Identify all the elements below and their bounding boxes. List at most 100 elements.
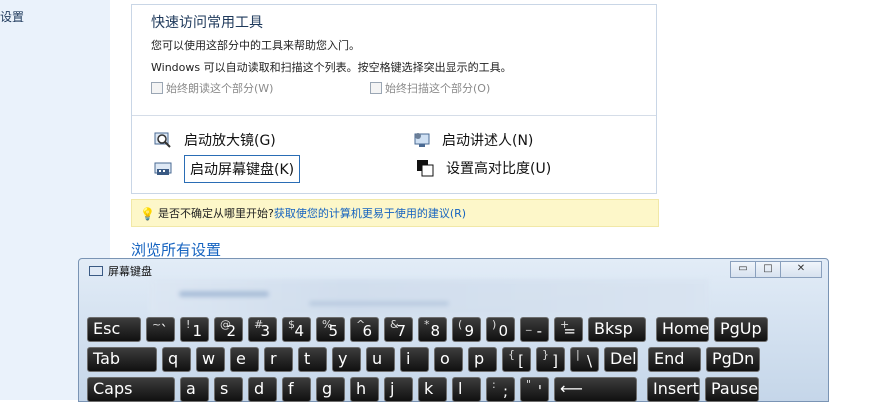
key-base-label: = [563, 322, 576, 340]
key-shift-label: ! [186, 318, 191, 331]
keyboard-key[interactable]: s [214, 377, 243, 402]
lightbulb-icon: 💡 [140, 207, 155, 221]
key-base-label: 0 [498, 322, 508, 340]
keyboard-key[interactable]: t [298, 347, 327, 372]
keyboard-key[interactable]: " ' [520, 377, 549, 402]
keyboard-key[interactable]: ⟵ [554, 377, 637, 402]
keyboard-key[interactable]: u [366, 347, 395, 372]
key-base-label: - [536, 322, 542, 340]
always-read-label: 始终朗读这个部分(W) [166, 82, 274, 95]
always-scan-checkbox[interactable] [370, 82, 382, 94]
magnifier-icon [154, 131, 174, 149]
keyboard-key[interactable]: w [196, 347, 225, 372]
keyboard-key[interactable]: k [418, 377, 447, 402]
key-base-label: 6 [362, 322, 372, 340]
key-label: Tab [93, 349, 121, 368]
quick-access-description: 您可以使用这部分中的工具来帮助您入门。 [151, 39, 360, 52]
keyboard-key[interactable]: e [230, 347, 259, 372]
keyboard-key[interactable]: y [332, 347, 361, 372]
keyboard-key[interactable]: #3 [248, 317, 277, 342]
keyboard-key[interactable]: h [350, 377, 379, 402]
key-label: y [338, 349, 348, 368]
window-controls: ▭ □ ✕ [730, 261, 822, 278]
keyboard-key[interactable]: % 5 [316, 317, 345, 342]
key-label: Bksp [594, 319, 633, 338]
always-read-checkbox[interactable] [151, 82, 163, 94]
start-narrator-tool[interactable]: 启动讲述人(N) [412, 130, 533, 150]
always-read-option[interactable]: 始终朗读这个部分(W) [151, 80, 273, 96]
keyboard-key[interactable]: f [282, 377, 311, 402]
osk-window-keyboard-icon [89, 266, 103, 276]
high-contrast-tool[interactable]: 设置高对比度(U) [416, 158, 551, 178]
keyboard-key[interactable]: ^ 6 [350, 317, 379, 342]
keyboard-key[interactable]: Home [656, 317, 709, 342]
keyboard-key[interactable]: l [452, 377, 481, 402]
close-button[interactable]: ✕ [780, 261, 822, 278]
keyboard-key[interactable]: Pause [705, 377, 759, 402]
browse-all-settings-heading[interactable]: 浏览所有设置 [131, 239, 221, 260]
key-label: a [186, 379, 196, 398]
key-shift-label: ( [458, 318, 463, 331]
keyboard-key[interactable]: r [264, 347, 293, 372]
key-shift-label: * [424, 318, 430, 331]
keyboard-key[interactable]: q [162, 347, 191, 372]
osk-title-bar[interactable]: 屏幕键盘 [89, 263, 152, 279]
keyboard-key[interactable]: End [648, 347, 701, 372]
keyboard-key[interactable]: ! 1 [180, 317, 209, 342]
keyboard-key[interactable]: {[ [502, 347, 531, 372]
start-osk-tool[interactable]: 启动屏幕键盘(K) [154, 155, 301, 183]
keyboard-key[interactable]: Del [604, 347, 638, 372]
keyboard-key[interactable]: Esc [87, 317, 141, 342]
maximize-button[interactable]: □ [755, 261, 781, 278]
keyboard-key[interactable]: $4 [282, 317, 311, 342]
key-label: d [254, 379, 265, 398]
key-label: g [322, 379, 333, 398]
keyboard-key[interactable]: (9 [452, 317, 481, 342]
key-label: e [236, 349, 246, 368]
always-scan-option[interactable]: 始终扫描这个部分(O) [370, 80, 490, 96]
key-base-label: 8 [430, 322, 440, 340]
start-osk-label: 启动屏幕键盘(K) [184, 155, 301, 183]
keyboard-key[interactable]: Bksp [588, 317, 646, 342]
keyboard-key[interactable]: * 8 [418, 317, 447, 342]
key-label: q [168, 349, 179, 368]
keyboard-key[interactable]: & 7 [384, 317, 413, 342]
keyboard-key[interactable]: :; [486, 377, 515, 402]
key-label: u [372, 349, 383, 368]
sidebar-label-settings[interactable]: 设置 [0, 8, 24, 25]
keyboard-key[interactable]: _ - [520, 317, 549, 342]
key-base-label: 5 [328, 322, 338, 340]
key-label: Esc [93, 319, 121, 338]
key-shift-label: { [508, 348, 515, 361]
keyboard-key[interactable]: + = [554, 317, 583, 342]
keyboard-key[interactable]: a [180, 377, 209, 402]
keyboard-key[interactable]: | \ [570, 347, 599, 372]
key-label: t [304, 349, 311, 368]
keyboard-key[interactable]: Insert [647, 377, 700, 402]
keyboard-key[interactable]: g [316, 377, 345, 402]
key-label: Home [662, 319, 709, 338]
osk-window-title: 屏幕键盘 [108, 265, 152, 278]
keyboard-key[interactable]: Tab [87, 347, 157, 372]
keyboard-key[interactable]: j [384, 377, 413, 402]
keyboard-key[interactable]: PgDn [706, 347, 760, 372]
keyboard-key[interactable]: PgUp [714, 317, 768, 342]
hint-question: 是否不确定从哪里开始? [158, 207, 274, 220]
keyboard-key[interactable]: @2 [214, 317, 243, 342]
keyboard-key[interactable]: Caps [87, 377, 175, 402]
keyboard-key[interactable]: o [434, 347, 463, 372]
keyboard-key[interactable]: d [248, 377, 277, 402]
quick-access-header: 快速访问常用工具 您可以使用这部分中的工具来帮助您入门。 Windows 可以自… [132, 5, 656, 116]
key-label: k [424, 379, 434, 398]
minimize-button[interactable]: ▭ [730, 261, 756, 278]
keyboard-key[interactable]: ~ ` [146, 317, 175, 342]
key-label: Del [610, 349, 637, 368]
key-base-label: 3 [260, 322, 270, 340]
keyboard-key[interactable]: p [468, 347, 497, 372]
keyboard-key[interactable]: i [400, 347, 429, 372]
keyboard-key[interactable]: ) 0 [486, 317, 515, 342]
key-base-label: [ [518, 352, 524, 370]
start-magnifier-tool[interactable]: 启动放大镜(G) [154, 130, 276, 150]
keyboard-key[interactable]: }] [536, 347, 565, 372]
get-recommendations-link[interactable]: 获取使您的计算机更易于使用的建议(R) [274, 205, 466, 221]
